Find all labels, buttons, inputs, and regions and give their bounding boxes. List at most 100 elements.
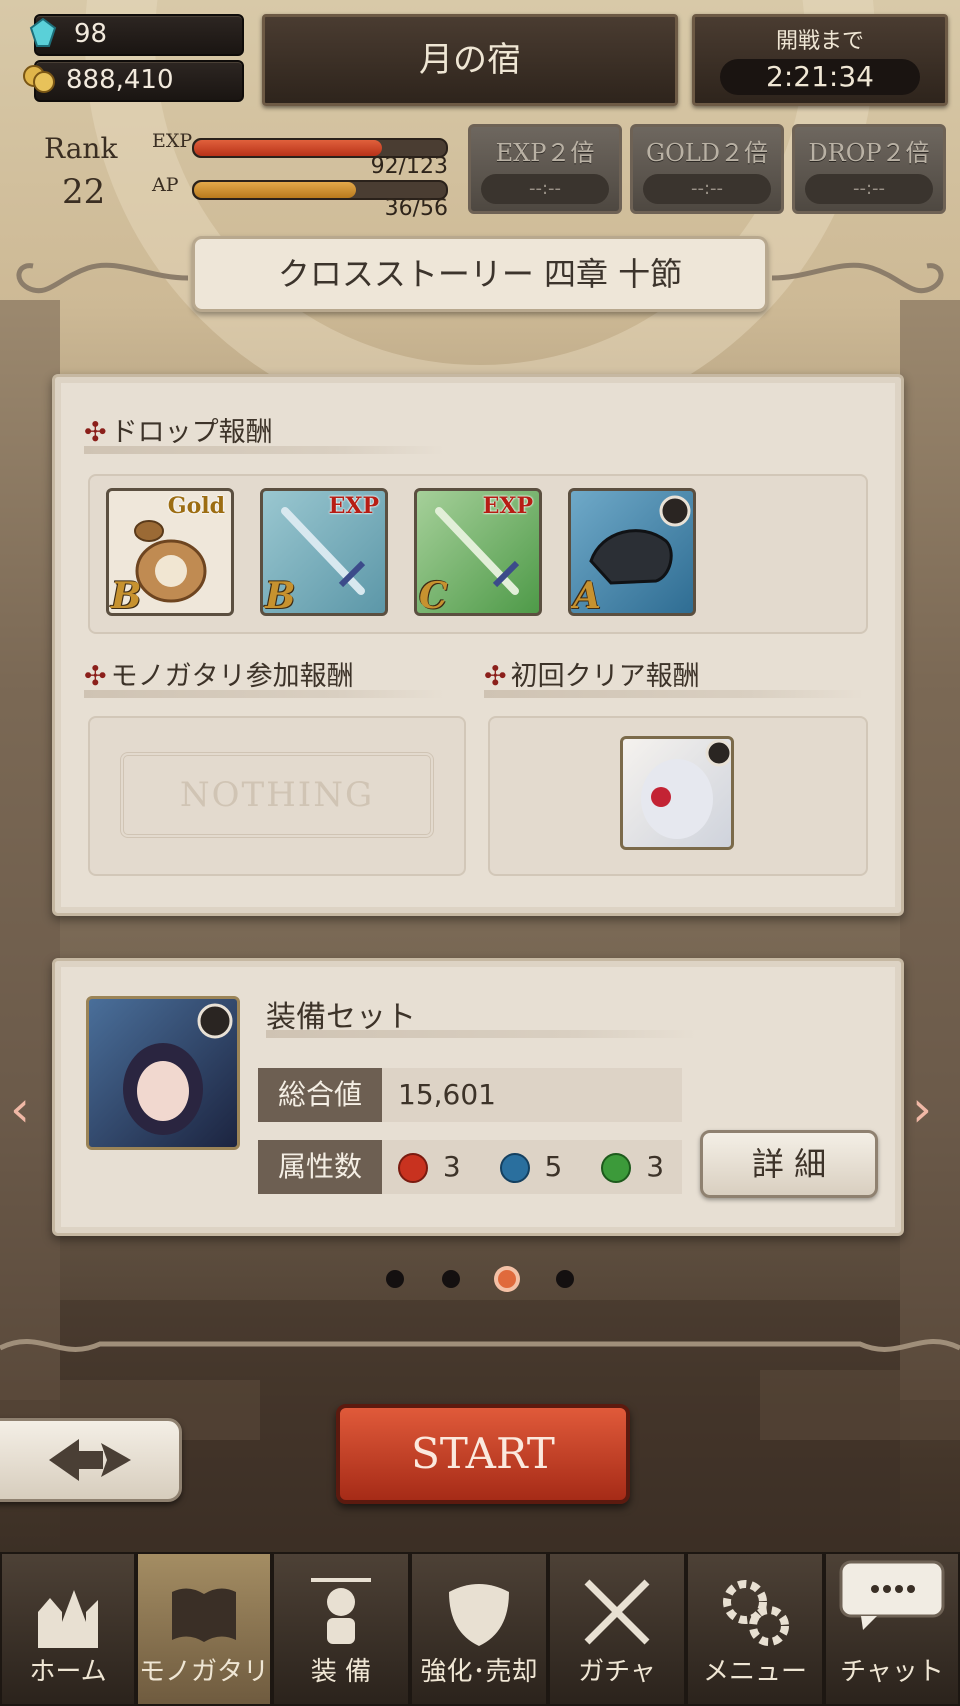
chapter-title: クロスストーリー 四章 十節 [277, 255, 683, 293]
rank-label: Rank [44, 132, 118, 165]
next-set-arrow-icon[interactable]: › [912, 1080, 932, 1138]
water-count: 5 [544, 1150, 563, 1183]
gold-boost-timer: --:-- [643, 174, 771, 204]
attribute-values: 3 5 3 [382, 1140, 682, 1194]
heading-underline [84, 690, 444, 698]
attribute-label: 属性数 [258, 1140, 382, 1194]
nav-menu[interactable]: メニュー [686, 1552, 824, 1706]
drop-item-gauntlet[interactable]: A [568, 488, 696, 616]
banner-flourish-right [771, 262, 944, 294]
drop-item-tag: Gold [167, 493, 225, 519]
gold-boost[interactable]: GOLD２倍 --:-- [630, 124, 784, 214]
fire-icon [398, 1153, 428, 1183]
battle-label: 開戦まで [775, 29, 864, 54]
nav-story[interactable]: モノガタリ [136, 1552, 272, 1706]
page-dot[interactable] [442, 1270, 460, 1288]
gem-counter: 98 [29, 14, 244, 56]
prev-set-arrow-icon[interactable]: ‹ [10, 1080, 30, 1138]
drop-item-exp-blue[interactable]: EXP B [260, 488, 388, 616]
back-arrow-icon [49, 1439, 131, 1481]
nav-enhance-sell-label: 強化･売却 [420, 1657, 538, 1687]
location-name: 月の宿 [419, 40, 521, 80]
page-dot-active[interactable] [498, 1270, 516, 1288]
total-value: 15,601 [382, 1068, 682, 1122]
nav-home-label: ホーム [29, 1657, 107, 1687]
mask-icon [449, 1584, 509, 1646]
exp-label: EXP [152, 130, 193, 152]
location-title[interactable]: 月の宿 [262, 14, 678, 106]
fire-count: 3 [442, 1150, 461, 1183]
back-button[interactable] [0, 1418, 182, 1502]
drop-item-grade: B [265, 575, 296, 616]
coin-icon [23, 65, 55, 93]
ap-value: 36/56 [384, 196, 448, 221]
ap-label: AP [152, 174, 179, 196]
drop-item-grade: A [573, 575, 601, 616]
heading-underline [84, 446, 444, 454]
drop-boost[interactable]: DROP２倍 --:-- [792, 124, 946, 214]
drop-item-grade: B [111, 575, 142, 616]
first-clear-character[interactable] [620, 736, 734, 850]
drop-boost-timer: --:-- [805, 174, 933, 204]
start-button-label: START [411, 1429, 555, 1478]
crossed-swords-icon [584, 1579, 650, 1645]
exp-boost-label: EXP２倍 [495, 139, 595, 167]
battle-timer: 2:21:34 [720, 59, 920, 95]
chapter-banner: クロスストーリー 四章 十節 [192, 236, 768, 312]
nav-enhance-sell[interactable]: 強化･売却 [410, 1552, 548, 1706]
nav-equipment-label: 装 備 [310, 1657, 372, 1687]
gold-counter: 888,410 [23, 60, 244, 102]
drop-item-gold[interactable]: Gold B [106, 488, 234, 616]
nav-chat[interactable]: チャット [824, 1552, 960, 1706]
drop-item-tag: EXP [328, 493, 379, 519]
cross-ornament-icon: ✣ [484, 661, 507, 692]
equipment-portrait[interactable] [86, 996, 240, 1150]
drop-boost-label: DROP２倍 [808, 139, 930, 167]
first-clear-heading: ✣ 初回クリア報酬 [484, 654, 700, 693]
rank-panel: Rank 22 EXP 92/123 AP 36/56 [18, 124, 448, 224]
nav-gacha-label: ガチャ [578, 1657, 656, 1687]
puppet-icon [311, 1578, 371, 1644]
gears-icon [723, 1580, 789, 1646]
wind-icon [601, 1153, 632, 1183]
page-dot[interactable] [386, 1270, 404, 1288]
detail-button[interactable]: 詳 細 [700, 1130, 878, 1198]
drop-reward-heading: ✣ ドロップ報酬 [84, 410, 273, 449]
participation-reward-title: モノガタリ参加報酬 [110, 661, 354, 692]
cross-ornament-icon: ✣ [84, 417, 107, 448]
first-clear-title: 初回クリア報酬 [510, 661, 700, 692]
character-portrait-icon [123, 1003, 233, 1135]
castle-icon [38, 1590, 98, 1648]
battle-countdown: 開戦まで 2:21:34 [692, 14, 948, 106]
ap-bar-fill [194, 182, 357, 198]
drop-item-grade: C [419, 575, 448, 616]
wind-count: 3 [646, 1150, 665, 1183]
page-dot[interactable] [556, 1270, 574, 1288]
exp-boost-timer: --:-- [481, 174, 609, 204]
character-portrait-icon [641, 739, 731, 839]
gold-count: 888,410 [66, 65, 174, 95]
speech-bubble-icon [839, 1560, 945, 1630]
panel-ornament [0, 1338, 960, 1352]
drop-item-tag: EXP [482, 493, 533, 519]
banner-flourish-left [16, 262, 189, 294]
exp-bar-fill [194, 140, 383, 156]
nav-gacha[interactable]: ガチャ [548, 1552, 686, 1706]
cross-ornament-icon: ✣ [84, 661, 107, 692]
gem-count: 98 [74, 19, 108, 49]
total-label: 総合値 [258, 1068, 382, 1122]
nav-home[interactable]: ホーム [0, 1552, 136, 1706]
rank-value: 22 [62, 172, 106, 212]
nav-chat-label: チャット [840, 1657, 944, 1687]
heading-underline [266, 1030, 696, 1038]
drop-item-exp-green[interactable]: EXP C [414, 488, 542, 616]
gold-boost-label: GOLD２倍 [645, 139, 769, 167]
nav-equipment[interactable]: 装 備 [272, 1552, 410, 1706]
book-icon [172, 1588, 236, 1642]
nothing-plate: NOTHING [120, 752, 434, 838]
nothing-label: NOTHING [179, 775, 375, 815]
nav-story-label: モノガタリ [138, 1657, 269, 1687]
exp-boost[interactable]: EXP２倍 --:-- [468, 124, 622, 214]
start-button[interactable]: START [336, 1404, 630, 1504]
drop-reward-title: ドロップ報酬 [110, 417, 273, 448]
